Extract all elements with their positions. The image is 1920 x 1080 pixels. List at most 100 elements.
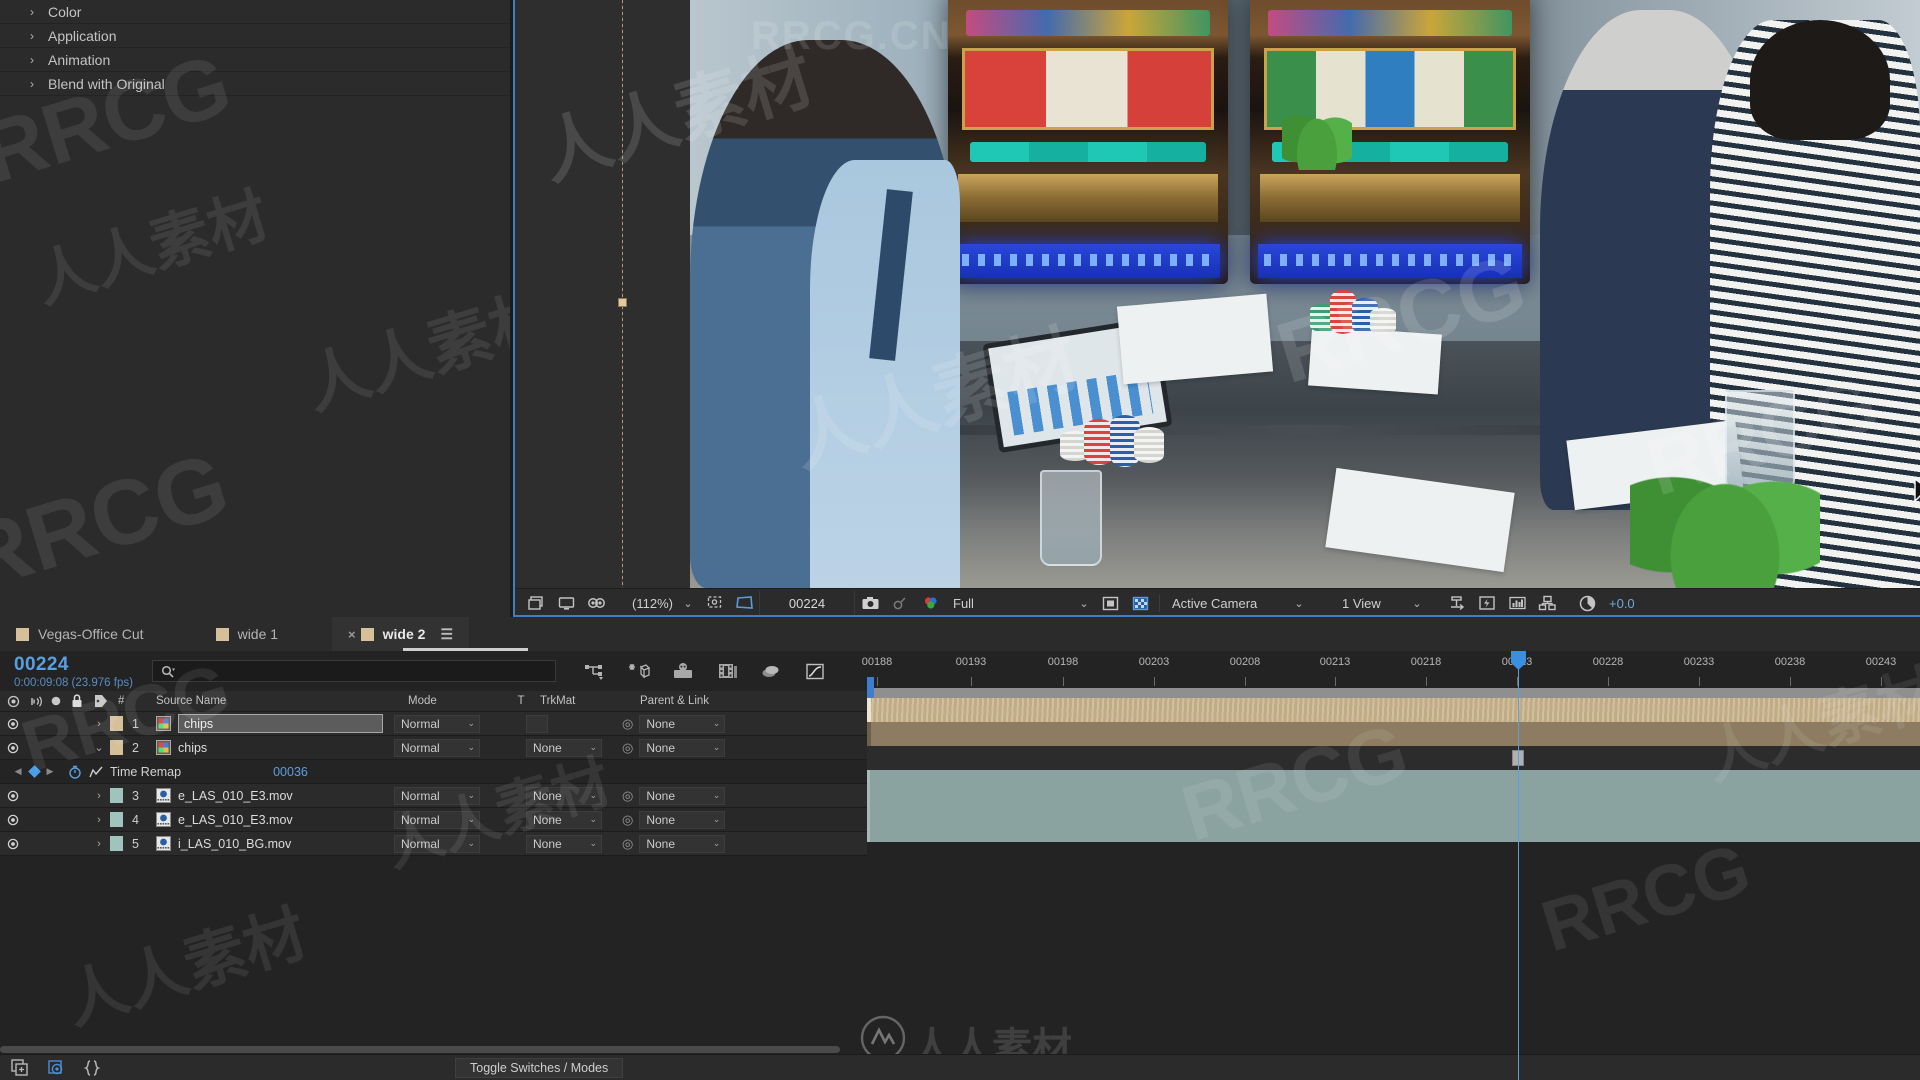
exposure-value[interactable]: +0.0 (1602, 596, 1635, 611)
fast-preview-icon[interactable] (1472, 591, 1502, 615)
viewer-timecode[interactable]: 00224 (759, 591, 855, 615)
layer-audio-toggle[interactable] (26, 832, 46, 856)
composition-settings-icon[interactable] (46, 1058, 66, 1078)
twirl-icon[interactable]: › (30, 29, 44, 43)
layer-twirl-icon[interactable]: › (88, 712, 110, 736)
parent-select[interactable]: None ⌄ (639, 834, 726, 853)
time-remap-value[interactable]: 00036 (273, 765, 308, 779)
layer-solo-toggle[interactable] (46, 832, 66, 856)
stopwatch-icon[interactable] (68, 765, 82, 779)
main-camera-icon[interactable] (521, 591, 551, 615)
layer-twirl-icon[interactable]: › (88, 808, 110, 832)
layer-name-cell[interactable]: i_LAS_010_BG.mov (152, 832, 392, 856)
show-snapshot-icon[interactable] (551, 591, 581, 615)
layer-preserve-transparency[interactable] (500, 712, 526, 736)
grid-guides-icon[interactable] (699, 591, 729, 615)
layer-lock-toggle[interactable] (66, 832, 88, 856)
layer-label-swatch[interactable] (110, 716, 123, 731)
show-last-snapshot-icon[interactable] (885, 591, 915, 615)
layer-twirl-icon[interactable]: › (88, 784, 110, 808)
search-field[interactable] (181, 664, 521, 678)
resolution-select[interactable]: Full (945, 592, 1025, 614)
chevron-down-icon[interactable]: ⌄ (1288, 597, 1310, 610)
track-bar-layer-4[interactable] (867, 794, 1920, 818)
transparency-grid-icon[interactable] (1095, 591, 1125, 615)
layer-parent-cell[interactable]: ◎ None ⌄ (622, 784, 802, 808)
layer-label-swatch[interactable] (110, 812, 123, 827)
pickwhip-icon[interactable]: ◎ (622, 812, 633, 828)
track-row-time-remap[interactable] (867, 746, 1920, 770)
close-icon[interactable]: × (348, 627, 356, 642)
layer-name-cell[interactable]: chips (152, 712, 392, 736)
exposure-icon[interactable] (1572, 591, 1602, 615)
column-header-source-name[interactable]: Source Name (146, 691, 400, 712)
track-bar-layer-2[interactable] (867, 722, 1920, 746)
parent-select[interactable]: None ⌄ (639, 714, 726, 733)
playhead[interactable] (1511, 651, 1526, 1080)
layer-preserve-transparency[interactable] (500, 808, 526, 832)
column-header-trkmat[interactable]: TrkMat (534, 691, 630, 712)
search-input[interactable] (152, 660, 556, 682)
layer-solo-toggle[interactable] (46, 712, 66, 736)
layer-lock-toggle[interactable] (66, 808, 88, 832)
panel-menu-icon[interactable]: ☰ (434, 626, 453, 643)
new-composition-icon[interactable] (10, 1058, 30, 1078)
keyframe-diamond-icon[interactable] (27, 765, 41, 778)
pickwhip-icon[interactable]: ◎ (622, 788, 633, 804)
time-ruler[interactable]: 00188 00193 00198 00203 00208 00213 0021… (862, 651, 1920, 699)
layer-parent-cell[interactable]: ◎ None ⌄ (622, 808, 802, 832)
motion-graphics-icon[interactable] (82, 1058, 102, 1078)
parent-select[interactable]: None ⌄ (639, 810, 726, 829)
composition-mini-flowchart-icon[interactable] (584, 660, 606, 682)
keyframe-navigator[interactable]: ◀ ▶ (0, 765, 68, 778)
layer-mode-select[interactable]: Normal ⌄ (392, 832, 500, 856)
layer-twirl-icon[interactable]: ⌄ (88, 736, 110, 760)
layer-video-toggle[interactable] (0, 736, 26, 760)
layer-trkmat-select[interactable] (526, 712, 622, 736)
draft-3d-icon[interactable] (628, 660, 650, 682)
layer-label-swatch[interactable] (110, 788, 123, 803)
layer-anchor-handle[interactable] (618, 298, 627, 307)
effect-group-blend-with-original[interactable]: › Blend with Original (0, 72, 513, 96)
layer-audio-toggle[interactable] (26, 712, 46, 736)
twirl-icon[interactable]: › (30, 53, 44, 67)
toggle-mask-icon[interactable] (581, 591, 611, 615)
layer-video-toggle[interactable] (0, 784, 26, 808)
timeline-graph-icon[interactable] (1502, 591, 1532, 615)
pixel-aspect-icon[interactable] (1442, 591, 1472, 615)
layer-trkmat-select[interactable]: None ⌄ (526, 784, 622, 808)
chevron-down-icon[interactable]: ⌄ (1073, 597, 1095, 610)
twirl-icon[interactable]: › (30, 77, 44, 91)
current-time-display[interactable]: 00224 0:00:09:08 (23.976 fps) (0, 654, 152, 689)
layer-name-edit-field[interactable]: chips (178, 714, 383, 733)
layer-lock-toggle[interactable] (66, 712, 88, 736)
chevron-down-icon[interactable]: ⌄ (1406, 597, 1428, 610)
effect-group-animation[interactable]: › Animation (0, 48, 513, 72)
pickwhip-icon[interactable]: ◎ (622, 740, 633, 756)
scrollbar-thumb[interactable] (0, 1046, 840, 1053)
track-bar-layer-5[interactable] (867, 818, 1920, 842)
current-time-frames[interactable]: 00224 (14, 654, 152, 676)
snapshot-icon[interactable] (855, 591, 885, 615)
composition-canvas[interactable]: RRCG.CN 人人素材 人人素材 RRCG RRCG (515, 0, 1920, 588)
layer-preserve-transparency[interactable] (500, 832, 526, 856)
layer-solo-toggle[interactable] (46, 808, 66, 832)
track-bar-layer-1[interactable] (867, 698, 1920, 722)
column-header-mode[interactable]: Mode (400, 691, 508, 712)
work-area-bar[interactable] (867, 688, 1920, 698)
effect-group-color[interactable]: › Color (0, 0, 513, 24)
layer-track-bars[interactable] (867, 698, 1920, 1080)
zoom-level[interactable]: (112%) (611, 596, 677, 611)
prev-keyframe-icon[interactable]: ◀ (15, 766, 22, 777)
layer-trkmat-select[interactable]: None ⌄ (526, 832, 622, 856)
layer-mode-select[interactable]: Normal ⌄ (392, 784, 500, 808)
layer-video-toggle[interactable] (0, 832, 26, 856)
graph-editor-toggle-icon[interactable] (89, 765, 103, 779)
graph-editor-icon[interactable] (804, 660, 826, 682)
layer-parent-cell[interactable]: ◎ None ⌄ (622, 736, 802, 760)
camera-select[interactable]: Active Camera (1164, 592, 1288, 614)
layer-name-cell[interactable]: e_LAS_010_E3.mov (152, 784, 392, 808)
layer-label-swatch[interactable] (110, 836, 123, 851)
tab-wide-1[interactable]: wide 1 (200, 617, 294, 651)
hide-shy-layers-icon[interactable] (672, 660, 694, 682)
